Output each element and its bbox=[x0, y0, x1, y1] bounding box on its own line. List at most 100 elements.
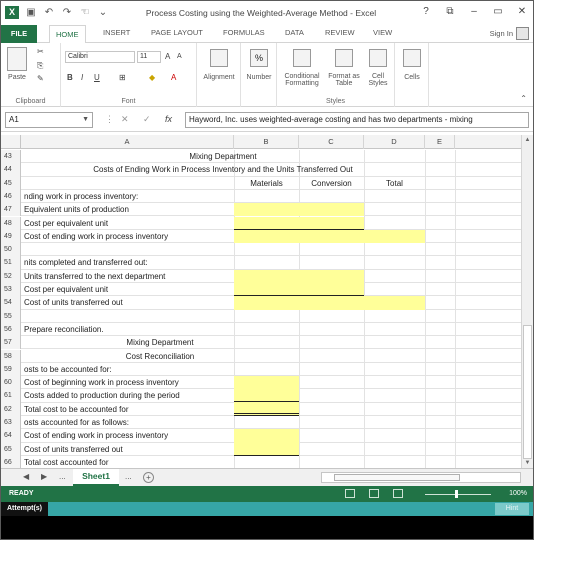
touch-mode-icon[interactable]: ☜ bbox=[79, 7, 91, 19]
italic-button[interactable]: I bbox=[81, 73, 83, 82]
zoom-slider[interactable] bbox=[425, 494, 491, 495]
cell-a[interactable]: osts to be accounted for: bbox=[24, 363, 234, 376]
cancel-entry-icon[interactable]: ✕ bbox=[121, 114, 129, 125]
cell-a[interactable]: Cost per equivalent unit bbox=[24, 283, 234, 296]
input-cell-highlight[interactable] bbox=[234, 376, 299, 390]
normal-view-icon[interactable] bbox=[345, 489, 355, 498]
row-header[interactable]: 44 bbox=[1, 163, 21, 177]
input-cell-highlight[interactable] bbox=[234, 269, 364, 283]
new-sheet-button[interactable]: + bbox=[143, 472, 154, 483]
cell-a[interactable]: Total cost accounted for bbox=[24, 456, 234, 468]
copy-icon[interactable]: ⎘ bbox=[37, 61, 43, 71]
input-cell-highlight[interactable] bbox=[234, 296, 425, 310]
cell-a[interactable]: Cost of ending work in process inventory bbox=[24, 429, 234, 442]
row-header[interactable]: 56 bbox=[1, 322, 21, 337]
zoom-level[interactable]: 100% bbox=[509, 490, 527, 497]
cell-a[interactable]: Cost of ending work in process inventory bbox=[24, 230, 234, 243]
sheet-ellipsis-left[interactable]: ... bbox=[59, 472, 66, 481]
cut-icon[interactable]: ✂ bbox=[37, 47, 44, 56]
row-header[interactable]: 43 bbox=[1, 150, 21, 164]
cell-center2[interactable]: Mixing Department bbox=[21, 336, 299, 349]
tab-formulas[interactable]: FORMULAS bbox=[223, 28, 265, 37]
alignment-label[interactable]: Alignment bbox=[197, 74, 241, 81]
cell-a[interactable]: Costs added to production during the per… bbox=[24, 389, 234, 402]
name-box[interactable]: A1 ▼ bbox=[5, 112, 93, 128]
column-header-d[interactable]: D bbox=[364, 135, 425, 149]
paste-icon[interactable] bbox=[7, 47, 27, 71]
fill-color-icon[interactable]: ◆ bbox=[149, 73, 155, 82]
row-header[interactable]: 61 bbox=[1, 389, 21, 403]
increase-font-icon[interactable]: A bbox=[165, 52, 170, 61]
cell-a[interactable]: nits completed and transferred out: bbox=[24, 256, 234, 269]
input-cell-highlight[interactable] bbox=[234, 203, 364, 217]
cell-a[interactable]: Cost of beginning work in process invent… bbox=[24, 376, 234, 389]
tab-review[interactable]: REVIEW bbox=[325, 28, 355, 37]
cell-styles-icon[interactable] bbox=[369, 49, 387, 67]
input-cell-highlight[interactable] bbox=[234, 429, 299, 443]
row-header[interactable]: 66 bbox=[1, 455, 21, 468]
tab-insert[interactable]: INSERT bbox=[103, 28, 130, 37]
conditional-formatting-button[interactable]: Conditional Formatting bbox=[277, 73, 327, 87]
cell-b[interactable]: Materials bbox=[234, 177, 299, 190]
tab-data[interactable]: DATA bbox=[285, 28, 304, 37]
font-color-icon[interactable]: A bbox=[171, 73, 176, 82]
row-header[interactable]: 49 bbox=[1, 229, 21, 244]
vertical-scrollbar[interactable]: ▲ ▼ bbox=[521, 135, 533, 468]
zoom-slider-knob[interactable] bbox=[455, 490, 458, 498]
row-header[interactable]: 45 bbox=[1, 176, 21, 190]
cell-d[interactable]: Total bbox=[364, 177, 425, 190]
select-all-corner[interactable] bbox=[1, 135, 21, 149]
borders-icon[interactable]: ⊞ bbox=[119, 73, 126, 82]
formula-input[interactable]: Hayword, Inc. uses weighted-average cost… bbox=[185, 112, 529, 128]
decrease-font-icon[interactable]: A bbox=[177, 53, 182, 60]
cell-a[interactable]: osts accounted for as follows: bbox=[24, 416, 234, 429]
next-sheet-icon[interactable]: ▶ bbox=[41, 472, 47, 481]
row-header[interactable]: 63 bbox=[1, 416, 21, 430]
cell-center[interactable]: Costs of Ending Work in Process Inventor… bbox=[21, 163, 425, 176]
row-header[interactable]: 60 bbox=[1, 376, 21, 390]
row-header[interactable]: 53 bbox=[1, 283, 21, 297]
ribbon-display-button[interactable]: ⧉ bbox=[443, 5, 457, 19]
help-button[interactable]: ? bbox=[419, 5, 433, 19]
tab-view[interactable]: VIEW bbox=[373, 28, 392, 37]
font-size-select[interactable]: 11 bbox=[137, 51, 161, 63]
tab-file[interactable]: FILE bbox=[1, 25, 37, 43]
row-header[interactable]: 62 bbox=[1, 402, 21, 416]
cells-icon[interactable] bbox=[403, 49, 421, 67]
name-box-dropdown-icon[interactable]: ▼ bbox=[82, 113, 89, 127]
customize-qat-icon[interactable]: ⌄ bbox=[97, 7, 109, 19]
cell-c[interactable]: Conversion bbox=[299, 177, 364, 190]
format-painter-icon[interactable]: ✎ bbox=[37, 74, 44, 83]
cell-a[interactable]: Cost per equivalent unit bbox=[24, 217, 234, 230]
row-header[interactable]: 55 bbox=[1, 309, 21, 323]
hint-button[interactable]: Hint bbox=[495, 503, 529, 515]
cell-a[interactable]: Total cost to be accounted for bbox=[24, 403, 234, 416]
scroll-down-icon[interactable]: ▼ bbox=[522, 458, 533, 468]
cell-a[interactable]: Cost of units transferred out bbox=[24, 443, 234, 456]
sheet-tab-sheet1[interactable]: Sheet1 bbox=[73, 469, 119, 486]
cells-label[interactable]: Cells bbox=[395, 74, 429, 81]
sign-in[interactable]: Sign In bbox=[490, 27, 529, 40]
confirm-entry-icon[interactable]: ✓ bbox=[143, 114, 151, 125]
column-header-b[interactable]: B bbox=[234, 135, 299, 149]
page-break-view-icon[interactable] bbox=[393, 489, 403, 498]
format-as-table-icon[interactable] bbox=[335, 49, 353, 67]
cell-center2[interactable]: Cost Reconciliation bbox=[21, 350, 299, 363]
save-icon[interactable]: ▣ bbox=[25, 7, 37, 19]
cell-a[interactable]: Equivalent units of production bbox=[24, 203, 234, 216]
number-label[interactable]: Number bbox=[241, 74, 277, 81]
row-header[interactable]: 64 bbox=[1, 429, 21, 443]
conditional-formatting-icon[interactable] bbox=[293, 49, 311, 67]
cell-a[interactable]: Prepare reconciliation. bbox=[24, 323, 234, 336]
prev-sheet-icon[interactable]: ◀ bbox=[23, 472, 29, 481]
insert-function-icon[interactable]: fx bbox=[165, 114, 172, 124]
tab-page-layout[interactable]: PAGE LAYOUT bbox=[151, 28, 203, 37]
cell-center[interactable]: Mixing Department bbox=[21, 150, 425, 163]
row-header[interactable]: 51 bbox=[1, 256, 21, 270]
percent-icon[interactable]: % bbox=[250, 49, 268, 67]
collapse-ribbon-icon[interactable]: ⌃ bbox=[520, 94, 527, 103]
horizontal-scrollbar[interactable] bbox=[321, 472, 521, 483]
horizontal-scroll-thumb[interactable] bbox=[334, 474, 460, 481]
tab-home[interactable]: HOME bbox=[49, 25, 86, 44]
row-header[interactable]: 54 bbox=[1, 296, 21, 310]
